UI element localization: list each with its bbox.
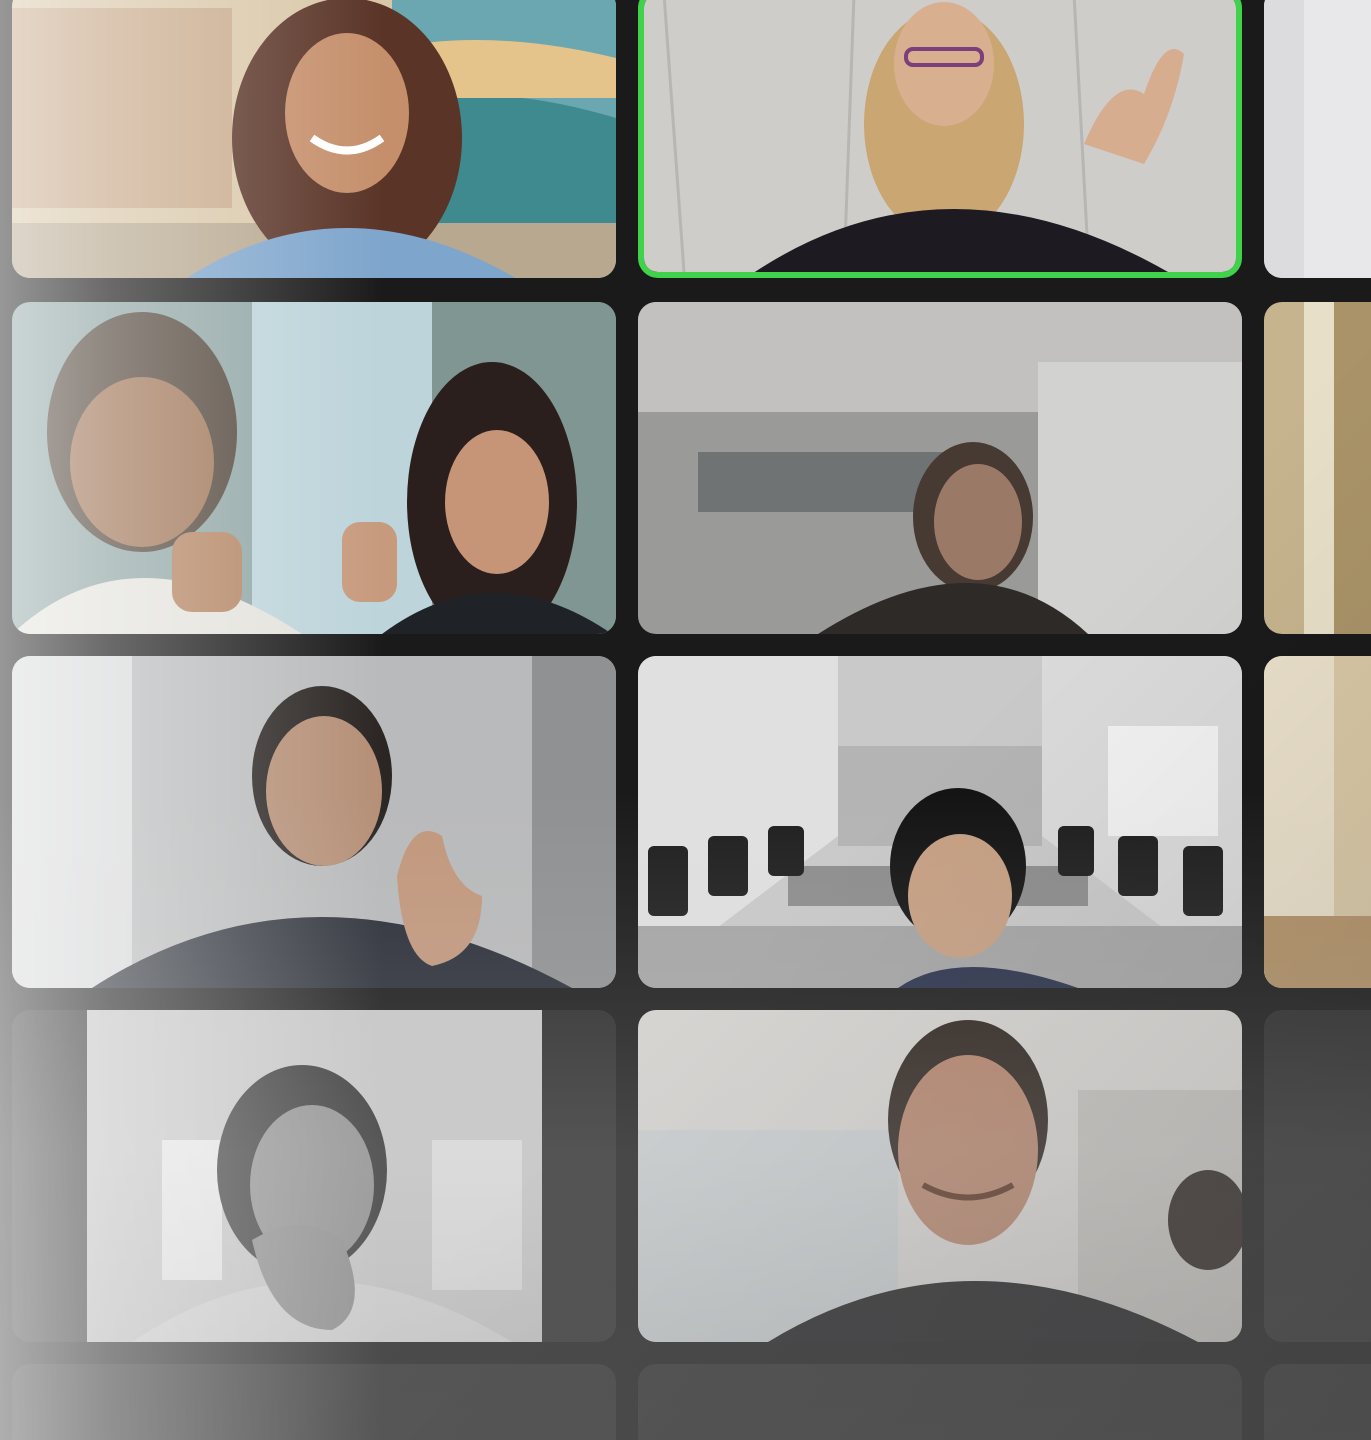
participant-video (12, 0, 616, 278)
participant-video (1264, 0, 1371, 278)
empty-tile (12, 1364, 616, 1440)
video-gallery (0, 0, 1371, 1440)
empty-tile (1264, 1364, 1371, 1440)
participant-video (12, 1010, 616, 1342)
participant-video (12, 302, 616, 634)
empty-tile (638, 1364, 1242, 1440)
participant-tile[interactable] (638, 1010, 1242, 1342)
participant-tile[interactable] (12, 302, 616, 634)
participant-video (644, 0, 1236, 272)
participant-video (1264, 302, 1371, 634)
participant-tile[interactable] (1264, 302, 1371, 634)
empty-tile (1264, 1010, 1371, 1342)
participant-video (638, 302, 1242, 634)
participant-video (638, 1010, 1242, 1342)
participant-tile[interactable] (638, 302, 1242, 634)
participant-video (638, 656, 1242, 988)
participant-tile[interactable] (12, 0, 616, 278)
participant-video (12, 656, 616, 988)
participant-tile-active-speaker[interactable] (638, 0, 1242, 278)
participant-tile[interactable] (12, 656, 616, 988)
participant-video (1264, 656, 1371, 988)
participant-tile[interactable] (1264, 656, 1371, 988)
participant-tile[interactable] (638, 656, 1242, 988)
participant-tile[interactable] (1264, 0, 1371, 278)
participant-tile[interactable] (12, 1010, 616, 1342)
